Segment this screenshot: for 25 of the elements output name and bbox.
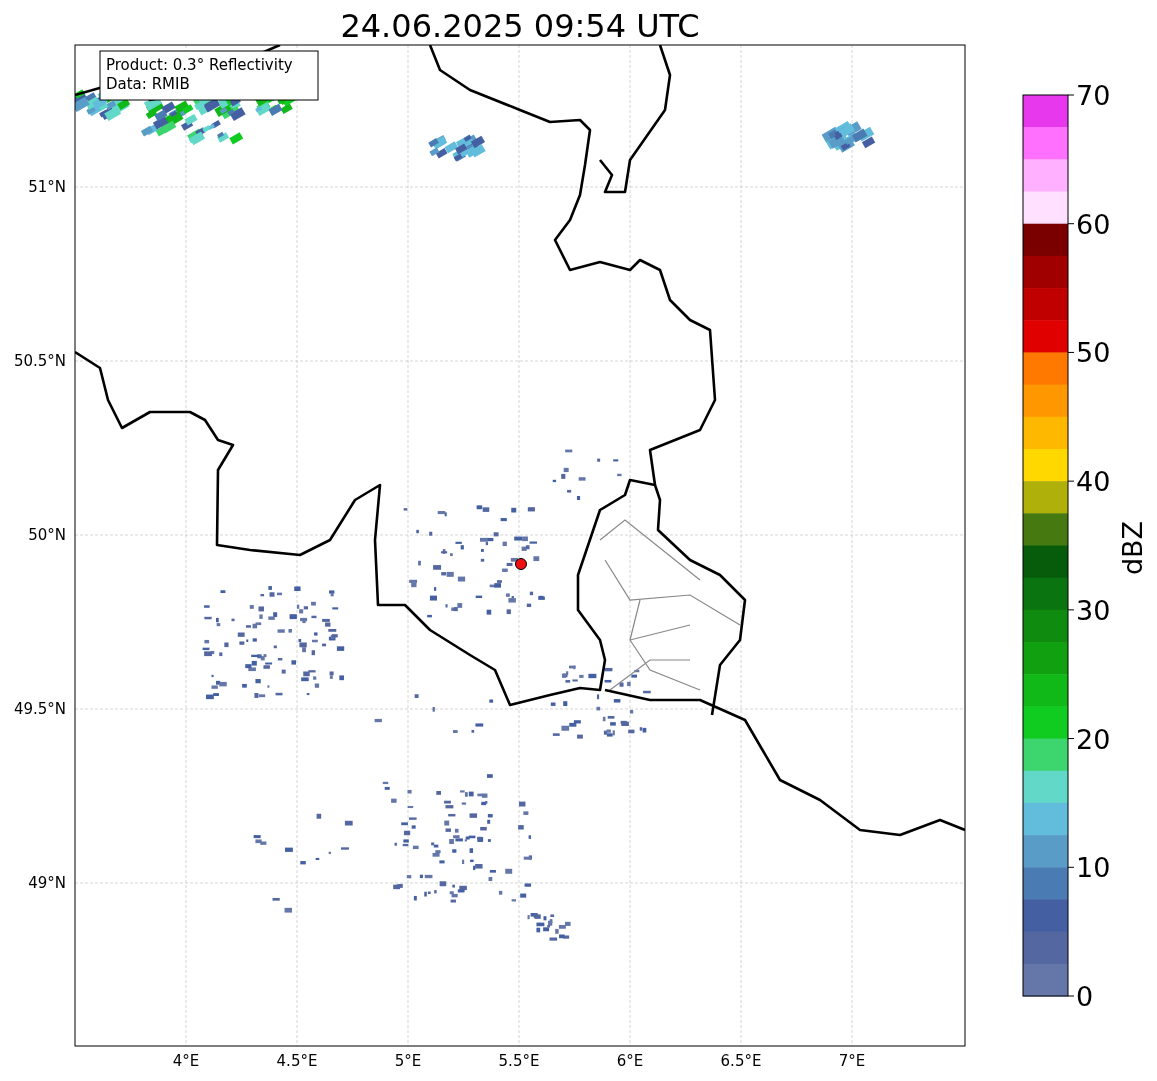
longitude-label: 7°E (838, 1052, 866, 1070)
info-text: Data: RMIB (106, 75, 190, 93)
colorbar-tick-label: 20 (1076, 723, 1111, 755)
colorbar-tick-label: 40 (1076, 466, 1111, 498)
colorbar-tick-label: 70 (1076, 80, 1111, 111)
latitude-label: 49.5°N (13, 700, 66, 718)
colorbar-label: dBZ (1117, 520, 1148, 576)
longitude-label: 4°E (172, 1052, 200, 1070)
info-text: Product: 0.3° Reflectivity (106, 56, 293, 74)
colorbar-tick-label: 10 (1076, 852, 1111, 884)
longitude-label: 5°E (394, 1052, 422, 1070)
latitude-label: 50°N (28, 526, 66, 544)
latitude-label: 51°N (28, 178, 66, 196)
colorbar-tick-label: 60 (1076, 208, 1111, 240)
figure-title: 24.06.2025 09:54 UTC (340, 7, 700, 45)
longitude-label: 5.5°E (498, 1052, 540, 1070)
colorbar-tick-label: 30 (1076, 594, 1111, 626)
longitude-label: 6°E (616, 1052, 644, 1070)
colorbar-tick-label: 0 (1076, 981, 1094, 1012)
longitude-label: 6.5°E (720, 1052, 762, 1070)
longitude-label: 4.5°E (276, 1052, 318, 1070)
latitude-label: 49°N (28, 874, 66, 892)
latitude-label: 50.5°N (13, 352, 66, 370)
radar-site-marker (515, 558, 527, 570)
colorbar-tick-label: 50 (1076, 337, 1111, 369)
